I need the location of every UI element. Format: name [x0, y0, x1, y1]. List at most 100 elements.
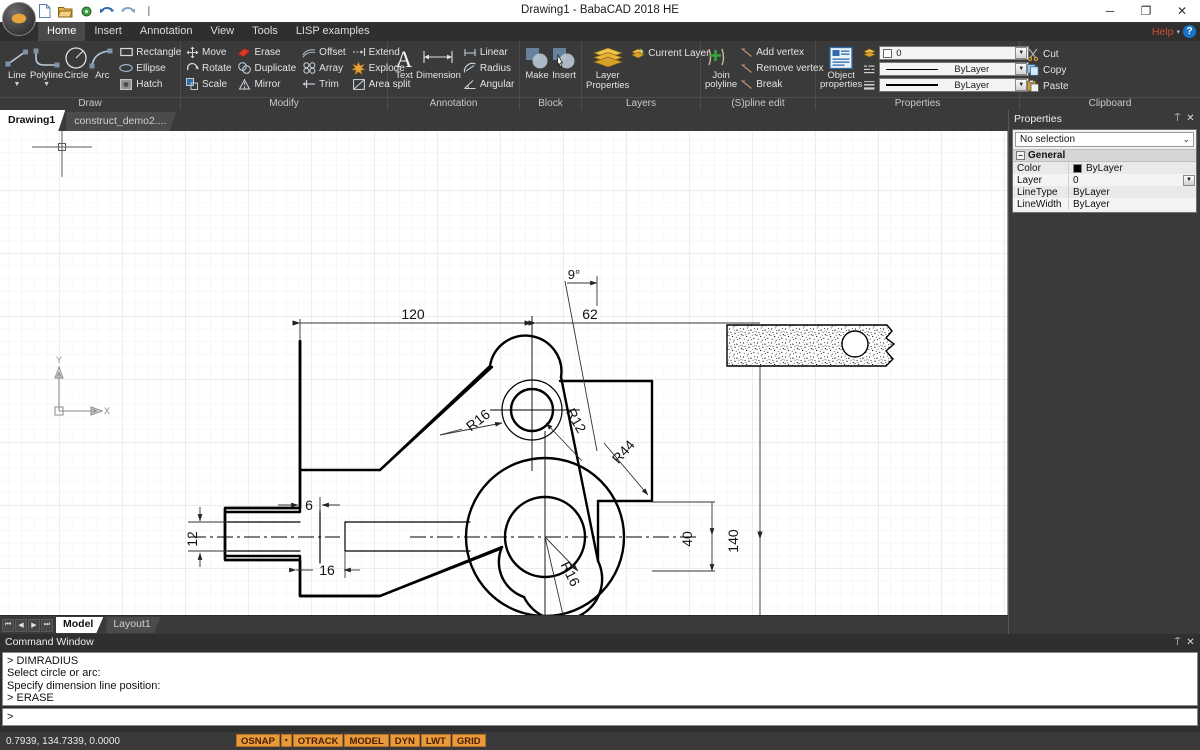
open-icon[interactable] — [57, 3, 73, 19]
tab-lisp-examples[interactable]: LISP examples — [287, 22, 379, 41]
document-tab-construct-demo2[interactable]: construct_demo2.... — [66, 112, 176, 131]
save-icon[interactable] — [78, 3, 94, 19]
clipboard-cut-button[interactable]: Cut — [1024, 46, 1073, 62]
properties-group-general[interactable]: − General — [1013, 149, 1196, 162]
command-input[interactable]: > — [2, 708, 1198, 726]
tab-annotation[interactable]: Annotation — [131, 22, 202, 41]
help-label[interactable]: Help — [1152, 26, 1174, 38]
tab-insert[interactable]: Insert — [85, 22, 131, 41]
block-make-button[interactable]: Make — [524, 43, 551, 81]
draw-line-button[interactable]: Line ▼ — [4, 43, 30, 88]
modify-move-button[interactable]: Move — [183, 44, 235, 60]
layer-properties-button[interactable]: Layer Properties — [586, 43, 629, 91]
close-icon[interactable]: ✕ — [1184, 636, 1197, 649]
trim-icon — [302, 77, 316, 91]
draw-arc-button[interactable]: Arc — [89, 43, 115, 81]
block-insert-button[interactable]: Insert — [551, 43, 578, 81]
osnap-dropdown-icon[interactable]: ▾ — [281, 734, 292, 747]
property-value-linetype[interactable]: ByLayer — [1069, 187, 1196, 198]
minimize-button[interactable]: ─ — [1092, 0, 1128, 22]
annotation-text-button[interactable]: A Text — [392, 43, 416, 81]
add-vertex-button[interactable]: Add vertex — [737, 44, 827, 60]
clipboard-paste-button[interactable]: Paste — [1024, 78, 1073, 94]
collapse-icon[interactable]: − — [1016, 151, 1025, 160]
lineweight-combo[interactable]: ByLayer ▼ — [879, 78, 1029, 92]
draw-polyline-button[interactable]: Polyline ▼ — [30, 43, 63, 88]
modify-trim-button[interactable]: Trim — [300, 76, 350, 92]
dim-16-label: 16 — [319, 562, 335, 578]
ribbon-tab-bar: Home Insert Annotation View Tools LISP e… — [0, 22, 1200, 41]
dim-r12-label: R12 — [563, 405, 590, 435]
nav-prev-button[interactable]: ◀ — [15, 619, 27, 632]
model-toggle[interactable]: MODEL — [344, 734, 388, 747]
lwt-toggle[interactable]: LWT — [421, 734, 451, 747]
draw-rectangle-button[interactable]: Rectangle — [117, 44, 185, 60]
annotation-angular-button[interactable]: Angular — [461, 76, 518, 92]
layer-combo-value: 0 — [892, 48, 1015, 59]
draw-circle-button[interactable]: Circle — [63, 43, 89, 81]
tab-tools[interactable]: Tools — [243, 22, 287, 41]
remove-vertex-button[interactable]: Remove vertex — [737, 60, 827, 76]
model-tab[interactable]: Model — [56, 617, 103, 633]
annotation-linear-button[interactable]: Linear — [461, 44, 518, 60]
document-tab-drawing1[interactable]: Drawing1 — [0, 110, 65, 131]
pin-icon[interactable]: ⍑ — [1171, 636, 1184, 649]
property-key-linewidth: LineWidth — [1013, 199, 1069, 210]
property-value-color[interactable]: ByLayer — [1069, 163, 1196, 174]
tab-view[interactable]: View — [201, 22, 243, 41]
property-value-linewidth[interactable]: ByLayer — [1069, 199, 1196, 210]
layout1-tab[interactable]: Layout1 — [106, 617, 160, 633]
close-button[interactable]: ✕ — [1164, 0, 1200, 22]
dyn-toggle[interactable]: DYN — [390, 734, 420, 747]
join-polyline-button[interactable]: Join polyline — [705, 43, 737, 89]
property-row-linewidth[interactable]: LineWidth ByLayer — [1013, 198, 1196, 210]
more-icon[interactable] — [141, 3, 157, 19]
nav-first-button[interactable]: ⏮ — [2, 619, 14, 632]
modify-erase-button[interactable]: Erase — [235, 44, 300, 60]
draw-ellipse-button[interactable]: Ellipse — [117, 60, 185, 76]
tab-home[interactable]: Home — [38, 22, 85, 41]
layer-combo[interactable]: 0 ▼ — [879, 46, 1029, 60]
modify-array-button[interactable]: Array — [300, 60, 350, 76]
selection-combo[interactable]: No selection ⌄ — [1015, 132, 1194, 147]
break-button[interactable]: Break — [737, 76, 827, 92]
maximize-button[interactable]: ❐ — [1128, 0, 1164, 22]
chevron-down-icon[interactable]: ▼ — [1183, 175, 1195, 186]
new-icon[interactable] — [36, 3, 52, 19]
application-menu-button[interactable]: ⬬ — [2, 2, 36, 36]
osnap-toggle[interactable]: OSNAP — [236, 734, 280, 747]
chevron-down-icon[interactable]: ⌄ — [1182, 134, 1190, 145]
linetype-combo-row: ByLayer ▼ — [862, 62, 1029, 76]
annotation-dimension-button[interactable]: Dimension — [416, 43, 461, 81]
chevron-down-icon[interactable]: ▼ — [43, 81, 50, 88]
modify-rotate-button[interactable]: Rotate — [183, 60, 235, 76]
drawing-canvas[interactable]: Y X — [0, 131, 1008, 615]
property-row-linetype[interactable]: LineType ByLayer — [1013, 186, 1196, 198]
chevron-down-icon[interactable]: ▼ — [14, 81, 21, 88]
window-title: Drawing1 - BabaCAD 2018 HE — [0, 4, 1200, 16]
command-history[interactable]: > DIMRADIUS Select circle or arc: Specif… — [2, 652, 1198, 706]
nav-last-button[interactable]: ⏭ — [41, 619, 53, 632]
modify-duplicate-button[interactable]: Duplicate — [235, 60, 300, 76]
quick-access-toolbar — [36, 3, 157, 19]
modify-offset-button[interactable]: Offset — [300, 44, 350, 60]
chevron-down-icon[interactable]: ▾ — [1176, 28, 1180, 36]
object-properties-button[interactable]: Object properties — [820, 43, 862, 89]
pin-icon[interactable]: ⍑ — [1171, 112, 1184, 125]
redo-icon[interactable] — [120, 3, 136, 19]
modify-mirror-button[interactable]: Mirror — [235, 76, 300, 92]
undo-icon[interactable] — [99, 3, 115, 19]
close-icon[interactable]: ✕ — [1184, 112, 1197, 125]
grid-toggle[interactable]: GRID — [452, 734, 486, 747]
draw-hatch-button[interactable]: Hatch — [117, 76, 185, 92]
property-value-layer[interactable]: 0 ▼ — [1069, 175, 1196, 186]
help-icon[interactable]: ? — [1183, 25, 1196, 38]
linetype-combo[interactable]: ByLayer ▼ — [879, 62, 1029, 76]
nav-next-button[interactable]: ▶ — [28, 619, 40, 632]
property-row-layer[interactable]: Layer 0 ▼ — [1013, 174, 1196, 186]
property-row-color[interactable]: Color ByLayer — [1013, 162, 1196, 174]
modify-scale-button[interactable]: Scale — [183, 76, 235, 92]
otrack-toggle[interactable]: OTRACK — [293, 734, 344, 747]
annotation-radius-button[interactable]: Radius — [461, 60, 518, 76]
clipboard-copy-button[interactable]: Copy — [1024, 62, 1073, 78]
